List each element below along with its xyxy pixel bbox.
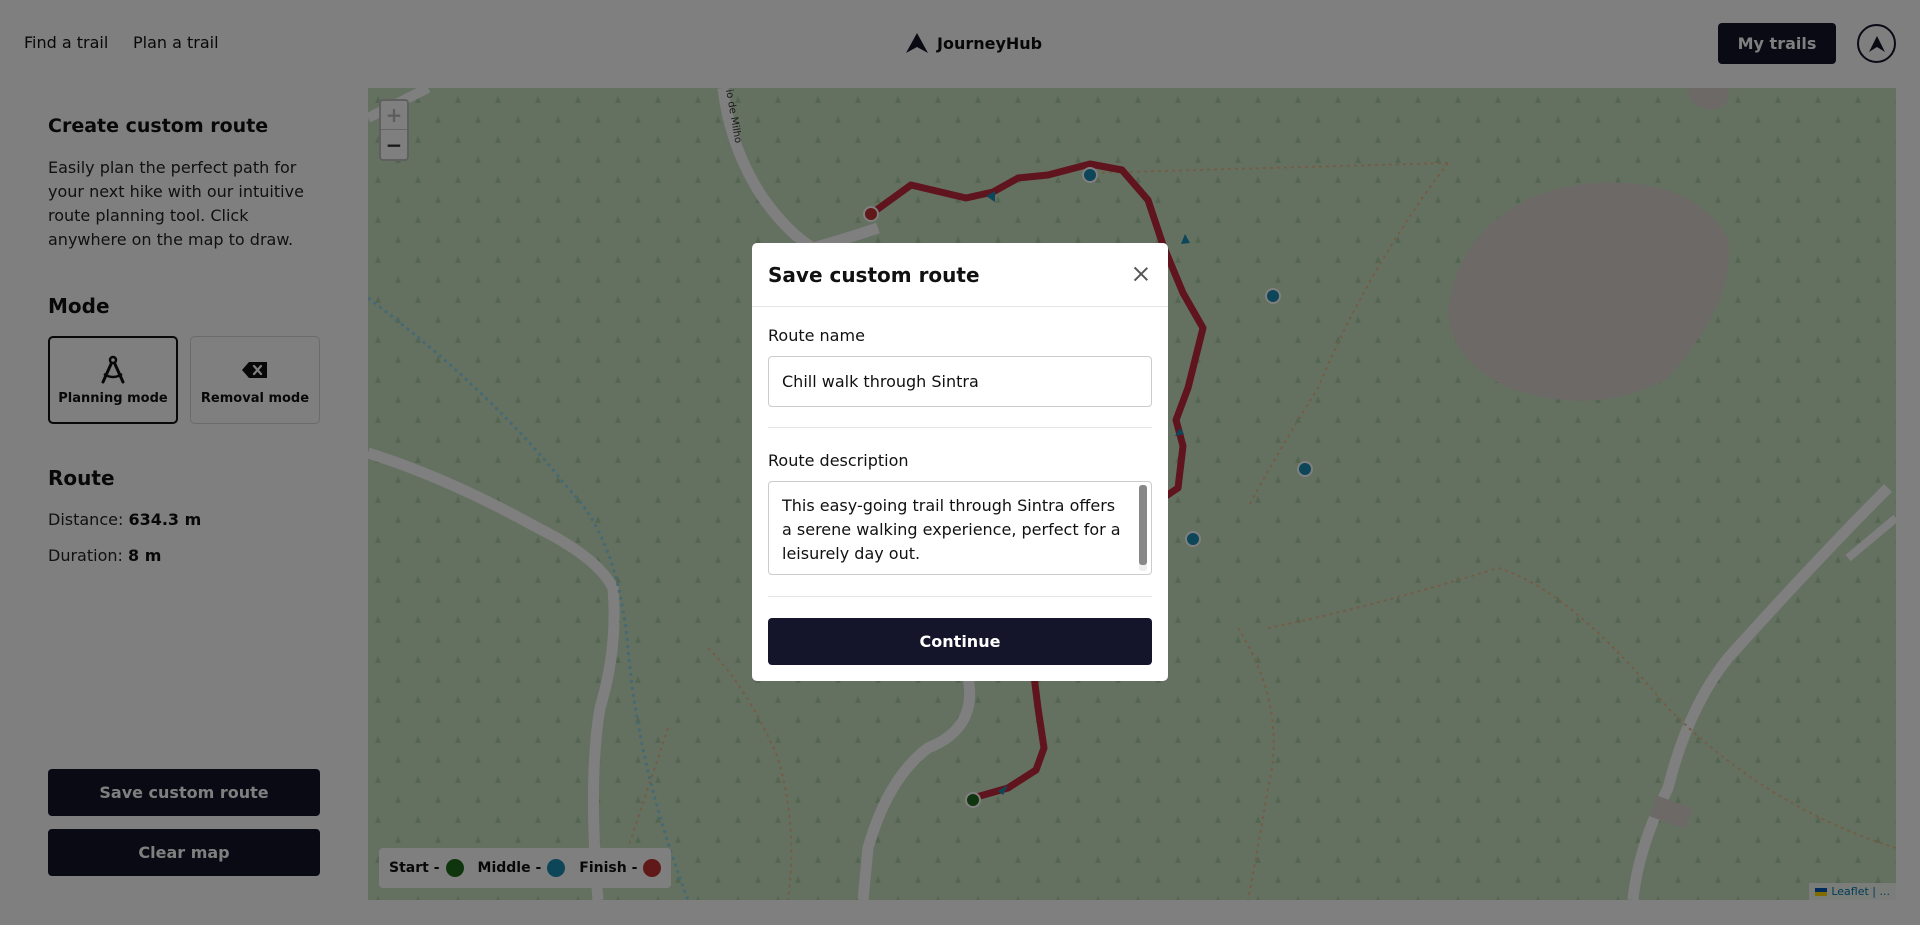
modal-divider <box>752 306 1168 307</box>
continue-button[interactable]: Continue <box>768 618 1152 665</box>
close-icon[interactable] <box>1132 265 1150 283</box>
textarea-scrollbar[interactable] <box>1139 485 1147 571</box>
route-name-label: Route name <box>768 326 865 345</box>
field-divider <box>768 596 1152 597</box>
field-divider <box>768 427 1152 428</box>
route-description-textarea[interactable]: This easy-going trail through Sintra off… <box>768 481 1152 575</box>
route-description-label: Route description <box>768 451 909 470</box>
route-name-input[interactable] <box>768 356 1152 407</box>
save-route-modal: Save custom route Route name Route descr… <box>752 243 1168 681</box>
modal-title: Save custom route <box>768 263 980 287</box>
